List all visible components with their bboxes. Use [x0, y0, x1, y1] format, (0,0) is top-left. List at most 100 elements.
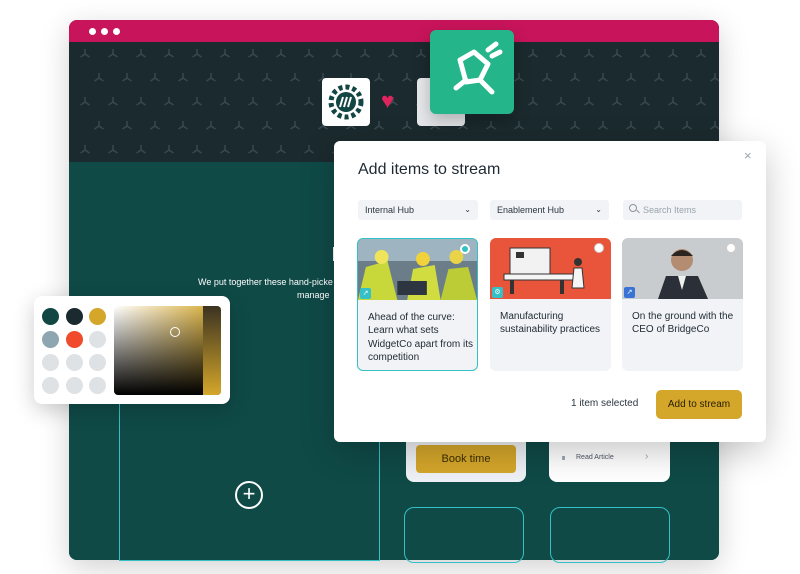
color-swatch[interactable]: [89, 354, 106, 371]
heart-icon: ♥: [381, 88, 395, 113]
pattern-glyph: [374, 121, 384, 130]
hue-slider[interactable]: [203, 306, 221, 395]
pattern-glyph: [234, 121, 244, 130]
pattern-glyph: [220, 49, 230, 58]
pattern-glyph: [640, 49, 650, 58]
pattern-glyph: [626, 121, 636, 130]
color-handle[interactable]: [170, 327, 180, 337]
pattern-glyph: [164, 145, 174, 154]
pattern-glyph: [80, 97, 90, 106]
pattern-glyph: [178, 73, 188, 82]
pattern-glyph: [640, 97, 650, 106]
modal-title: Add items to stream: [358, 161, 501, 178]
pattern-glyph: [94, 121, 104, 130]
enablement-hub-dropdown[interactable]: Enablement Hub ⌄: [490, 200, 609, 220]
color-swatch[interactable]: [42, 308, 59, 325]
item-title: Ahead of the curve: Learn what sets Widg…: [368, 312, 474, 364]
pattern-glyph: [122, 73, 132, 82]
color-swatch[interactable]: [42, 354, 59, 371]
pattern-glyph: [178, 121, 188, 130]
pattern-glyph: [164, 97, 174, 106]
chevron-down-icon: ⌄: [464, 205, 471, 214]
pattern-glyph: [528, 49, 538, 58]
article-type-icon: ⚙: [492, 287, 503, 298]
pattern-glyph: [626, 73, 636, 82]
selection-status: 1 item selected: [571, 398, 639, 409]
pattern-glyph: [710, 121, 719, 130]
pattern-glyph: [570, 121, 580, 130]
pattern-glyph: [402, 73, 412, 82]
company-logo: [322, 78, 370, 126]
color-swatch[interactable]: [89, 377, 106, 394]
color-swatch[interactable]: [66, 377, 83, 394]
pattern-glyph: [682, 121, 692, 130]
chevron-right-icon[interactable]: ›: [645, 451, 648, 462]
pattern-glyph: [108, 49, 118, 58]
pattern-glyph: [654, 121, 664, 130]
pattern-glyph: [304, 97, 314, 106]
content-item[interactable]: ⚙ Manufacturing sustainability practices: [490, 238, 611, 371]
pattern-glyph: [206, 73, 216, 82]
pattern-glyph: [276, 145, 286, 154]
item-thumbnail: [622, 238, 743, 299]
internal-hub-dropdown[interactable]: Internal Hub ⌄: [358, 200, 478, 220]
selection-radio[interactable]: [594, 243, 604, 253]
empty-slot[interactable]: [550, 507, 670, 563]
pattern-glyph: [262, 121, 272, 130]
pattern-glyph: [402, 121, 412, 130]
color-swatch[interactable]: [42, 331, 59, 348]
item-title: On the ground with the CEO of BridgeCo: [632, 311, 734, 336]
pattern-glyph: [122, 121, 132, 130]
pattern-glyph: [248, 145, 258, 154]
pattern-glyph: [248, 49, 258, 58]
color-swatch[interactable]: [66, 354, 83, 371]
pattern-glyph: [528, 97, 538, 106]
add-to-stream-button[interactable]: Add to stream: [656, 390, 742, 419]
pattern-glyph: [612, 49, 622, 58]
pattern-glyph: [94, 73, 104, 82]
color-swatch[interactable]: [66, 331, 83, 348]
window-dot[interactable]: [101, 28, 108, 35]
window-dot[interactable]: [113, 28, 120, 35]
pattern-glyph: [598, 121, 608, 130]
color-swatch[interactable]: [89, 308, 106, 325]
pattern-glyph: [584, 49, 594, 58]
pattern-glyph: [710, 73, 719, 82]
hero-subtitle-line1: We put together these hand-picke: [198, 277, 333, 287]
pattern-glyph: [416, 49, 426, 58]
book-time-button[interactable]: Book time: [416, 445, 516, 473]
selection-radio[interactable]: [726, 243, 736, 253]
color-swatch[interactable]: [66, 308, 83, 325]
gear-logo-icon: [328, 84, 364, 120]
color-swatch[interactable]: [89, 331, 106, 348]
pattern-glyph: [276, 97, 286, 106]
read-article-link[interactable]: Read Article: [576, 454, 614, 461]
selection-radio[interactable]: [460, 244, 470, 254]
item-title: Manufacturing sustainability practices: [500, 311, 601, 336]
pattern-glyph: [290, 121, 300, 130]
content-item[interactable]: ↗ Ahead of the curve: Learn what sets Wi…: [357, 238, 478, 371]
chevron-down-icon: ⌄: [595, 205, 602, 214]
pattern-glyph: [332, 49, 342, 58]
pattern-glyph: [192, 97, 202, 106]
pattern-glyph: [136, 49, 146, 58]
pattern-glyph: [556, 49, 566, 58]
window-dot[interactable]: [89, 28, 96, 35]
search-icon: [629, 204, 637, 212]
pattern-glyph: [696, 97, 706, 106]
pattern-glyph: [304, 145, 314, 154]
content-item[interactable]: ↗ On the ground with the CEO of BridgeCo: [622, 238, 743, 371]
pattern-glyph: [108, 97, 118, 106]
pattern-glyph: [192, 49, 202, 58]
dropdown-label: Internal Hub: [365, 205, 415, 215]
pattern-glyph: [514, 121, 524, 130]
browser-titlebar: [69, 20, 719, 42]
pattern-glyph: [542, 121, 552, 130]
empty-slot[interactable]: [404, 507, 524, 563]
color-swatch[interactable]: [42, 377, 59, 394]
hero-subtitle-line2: manage: [297, 290, 330, 300]
add-block-icon[interactable]: +: [235, 481, 263, 509]
close-icon[interactable]: ×: [744, 148, 752, 163]
pattern-glyph: [164, 49, 174, 58]
chart-type-icon: ↗: [624, 287, 635, 298]
